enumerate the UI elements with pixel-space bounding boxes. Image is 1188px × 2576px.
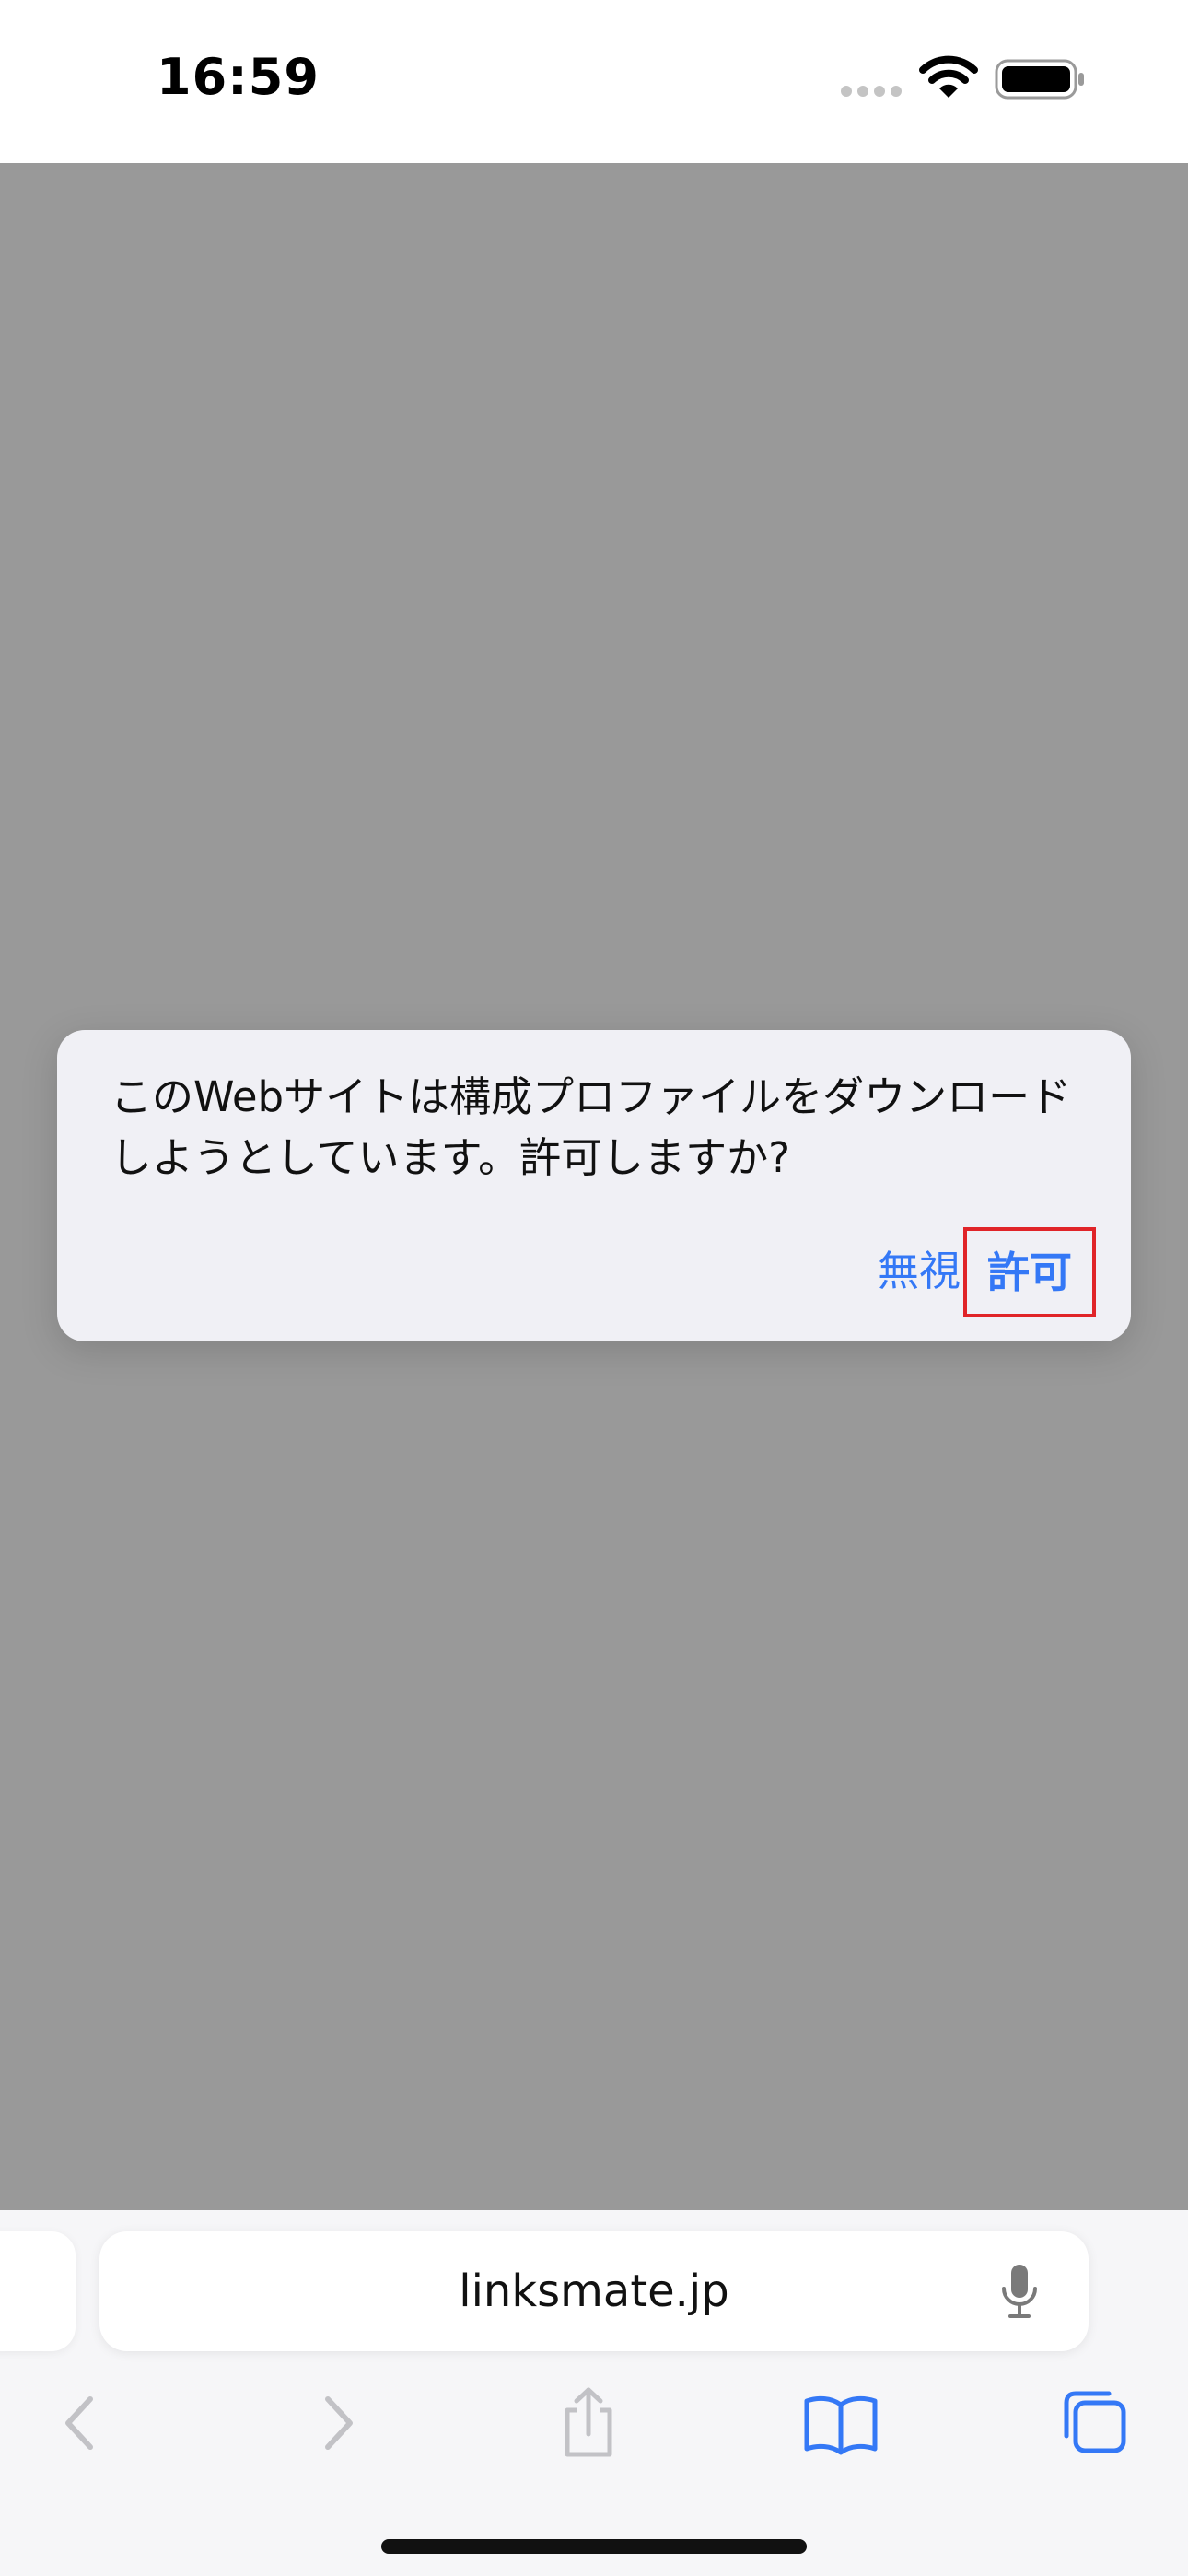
allow-button[interactable]: 許可 xyxy=(963,1227,1096,1317)
forward-icon[interactable] xyxy=(297,2386,379,2460)
bookmarks-icon[interactable] xyxy=(799,2386,882,2460)
back-icon[interactable] xyxy=(39,2386,122,2460)
address-url: linksmate.jp xyxy=(459,2266,729,2317)
address-bar[interactable]: linksmate.jp xyxy=(99,2231,1089,2351)
share-icon[interactable] xyxy=(547,2386,630,2460)
previous-tab-address-bar[interactable] xyxy=(0,2231,76,2351)
wifi-icon xyxy=(919,55,978,98)
tabs-icon[interactable] xyxy=(1052,2386,1135,2460)
profile-download-alert: このWebサイトは構成プロファイルをダウンロードしようとしています。許可しますか… xyxy=(57,1030,1131,1341)
status-bar: 16:59 xyxy=(0,0,1188,163)
status-time: 16:59 xyxy=(157,48,320,106)
alert-message: このWebサイトは構成プロファイルをダウンロードしようとしています。許可しますか… xyxy=(111,1072,1072,1182)
home-indicator xyxy=(381,2539,807,2554)
battery-icon xyxy=(995,59,1084,100)
microphone-icon[interactable] xyxy=(996,2263,1042,2322)
cellular-signal-icon xyxy=(841,86,902,97)
